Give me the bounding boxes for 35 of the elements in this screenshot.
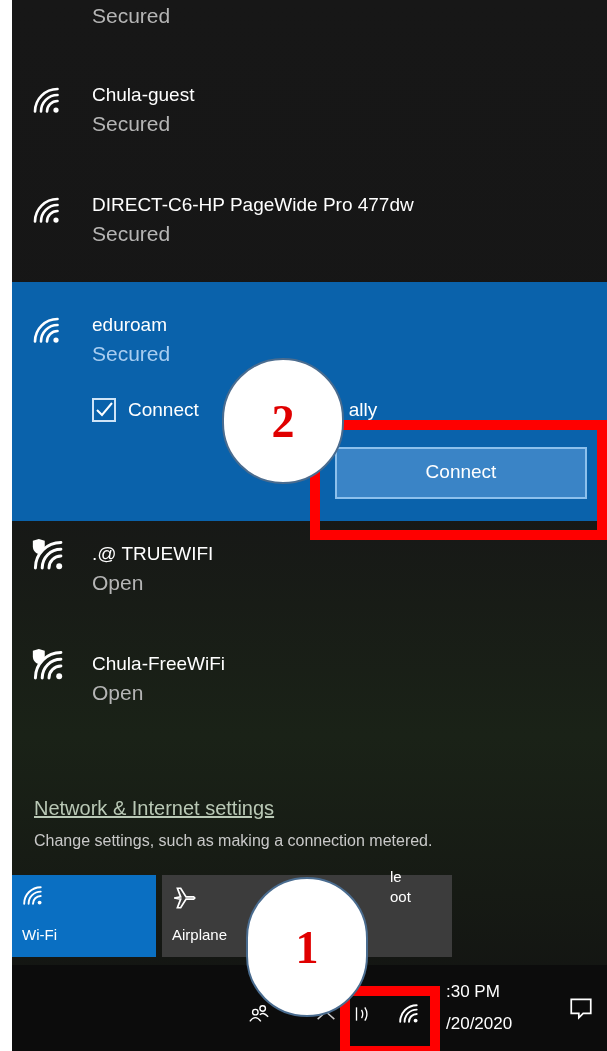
wifi-icon	[32, 196, 62, 226]
network-status: Secured	[92, 221, 172, 247]
tile-label: Airplane	[172, 925, 228, 945]
settings-link[interactable]: Network & Internet settings	[34, 796, 275, 819]
network-status: Open	[92, 569, 145, 596]
network-item[interactable]: .@ TRUEWIFI Open	[12, 520, 607, 631]
checkbox[interactable]	[92, 398, 116, 423]
network-name: eduroam	[92, 313, 168, 337]
clock-date: /20/2020	[446, 1012, 513, 1035]
settings-description: Change settings, such as making a connection metered.	[34, 830, 434, 851]
network-item[interactable]: Chula-guest Secured	[12, 62, 607, 172]
tile-label: oot	[390, 886, 411, 907]
checkbox-label: ally	[348, 398, 378, 422]
wifi-icon	[32, 316, 62, 346]
wifi-icon	[32, 86, 62, 116]
clock-time: :30 PM	[446, 981, 501, 1004]
wifi-icon	[398, 1002, 420, 1025]
network-name: Chula-guest	[92, 83, 195, 107]
checkbox-label: Connect	[128, 398, 199, 422]
wifi-icon	[22, 884, 44, 907]
network-status: Secured	[92, 111, 172, 137]
connect-button[interactable]: Connect	[335, 446, 587, 499]
network-item[interactable]: Chula-FreeWiFi Open	[12, 630, 607, 741]
network-name: DIRECT-C6-HP PageWide Pro 477dw	[92, 193, 414, 217]
network-status: Open	[92, 679, 145, 706]
network-item[interactable]: DIRECT-C6-HP PageWide Pro 477dw Secured	[12, 172, 607, 282]
network-name: Chula-FreeWiFi	[92, 651, 226, 676]
tile-label: Wi-Fi	[22, 925, 57, 945]
wifi-tile[interactable]: Wi-Fi	[12, 874, 156, 957]
network-status: Secured	[92, 341, 171, 367]
network-status: Secured	[92, 3, 171, 29]
network-name: .@ TRUEWIFI	[92, 541, 214, 566]
people-icon	[248, 1002, 270, 1025]
airplane-icon	[172, 884, 198, 911]
network-item[interactable]: Secured	[12, 0, 607, 62]
